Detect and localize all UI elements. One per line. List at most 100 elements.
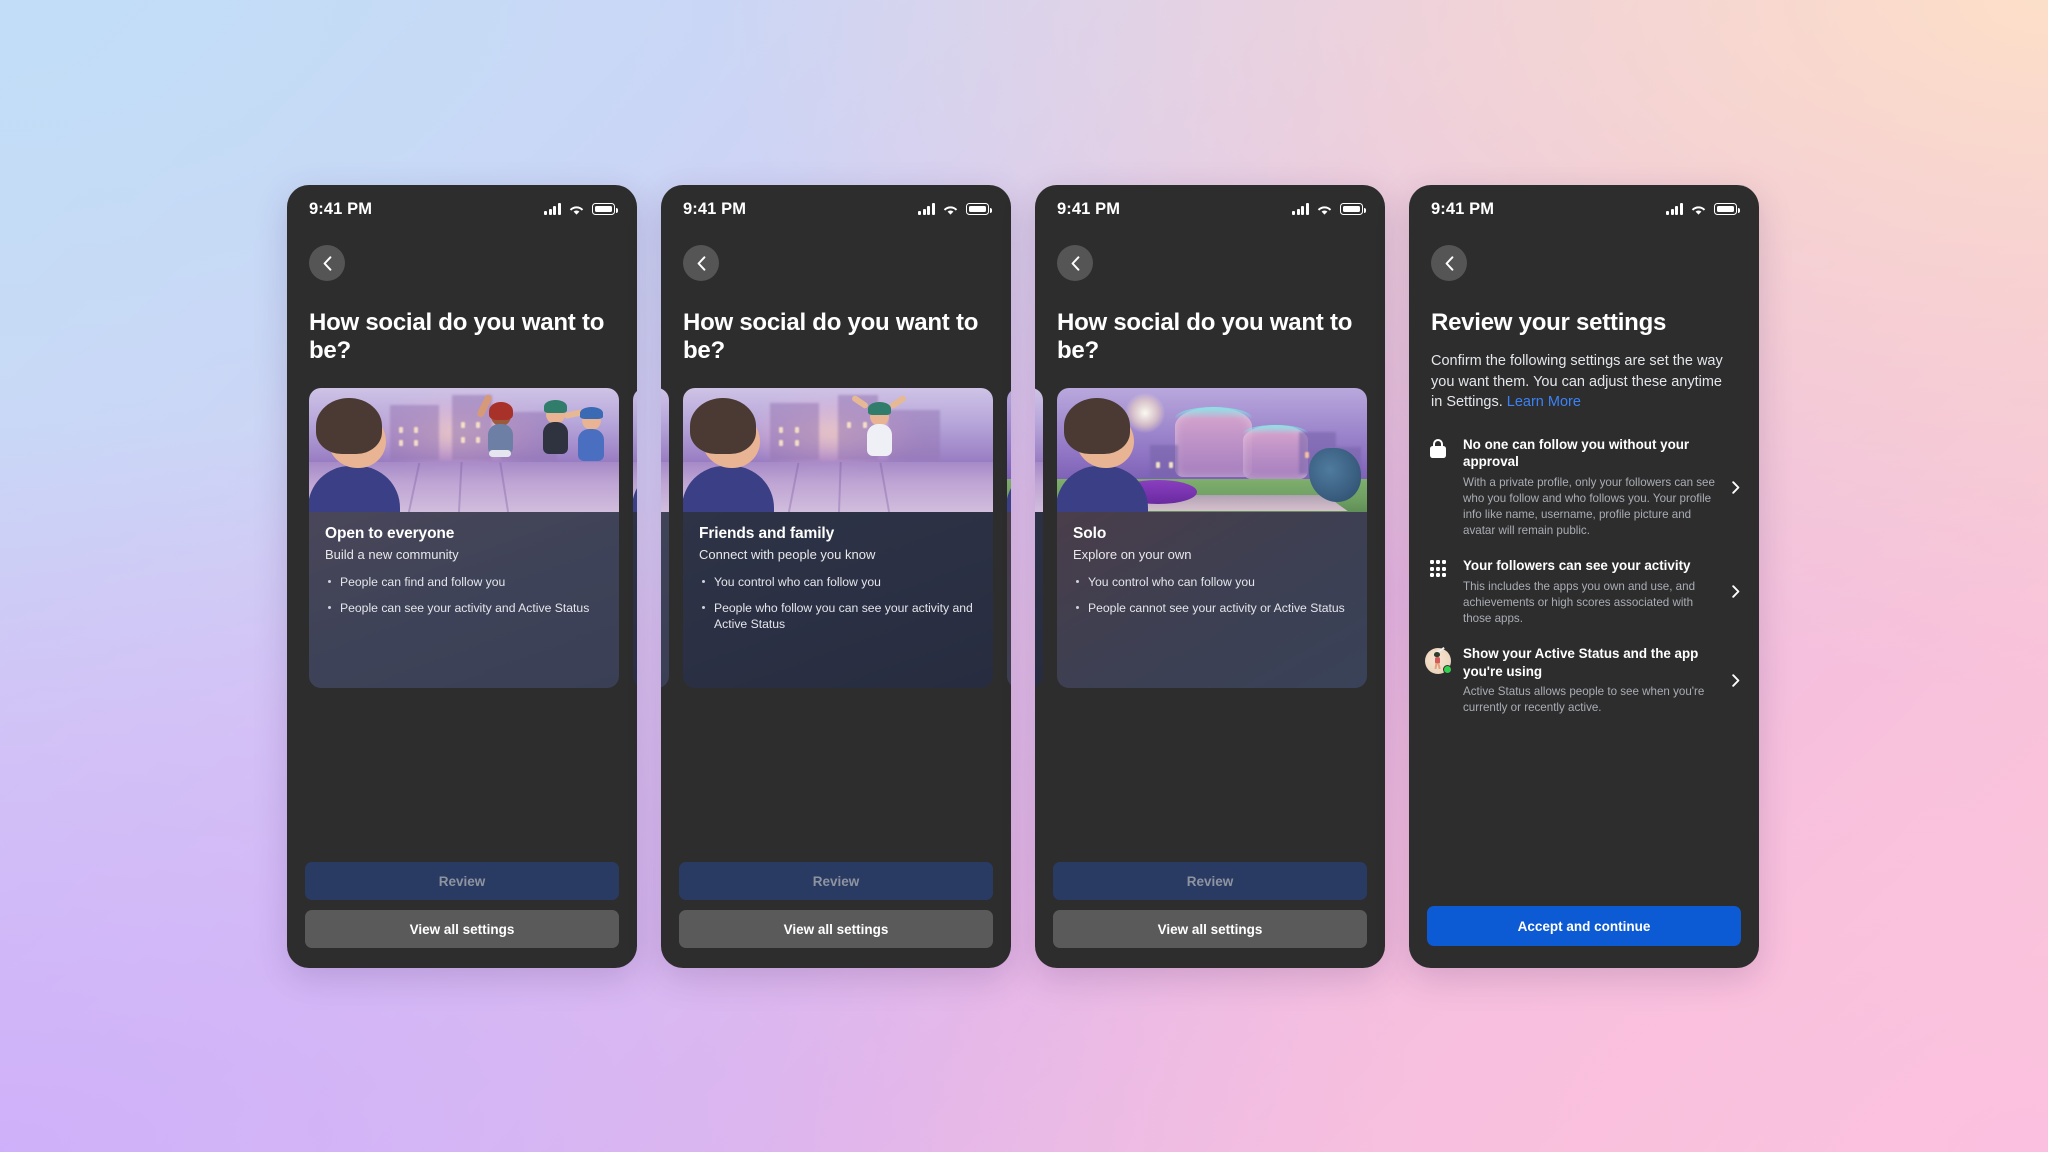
- card-body: Open to everyone Build a new community P…: [309, 511, 619, 688]
- status-bar-icons: [544, 203, 618, 216]
- settings-row-title: No one can follow you without your appro…: [1463, 437, 1690, 470]
- settings-row-text: No one can follow you without your appro…: [1463, 436, 1715, 538]
- card-bullet: You control who can follow you: [1073, 574, 1351, 590]
- signal-bars-icon: [1292, 203, 1309, 215]
- status-bar-icons: [1666, 203, 1740, 216]
- battery-icon: [1714, 203, 1740, 215]
- chevron-left-icon: [1445, 255, 1453, 271]
- back-button-row: [287, 233, 637, 281]
- review-button[interactable]: Review: [305, 862, 619, 900]
- chevron-right-icon[interactable]: [1727, 674, 1745, 687]
- card-body: Open to everyone Build a new community P…: [661, 511, 669, 688]
- card-bullet: People can see your activity and Active …: [325, 600, 603, 616]
- phone-screen: 9:41 PM How social do you want to be?: [661, 185, 1011, 968]
- avatar-third: [576, 407, 612, 471]
- card-illustration-friends-and-family: [633, 387, 637, 512]
- back-button[interactable]: [683, 245, 719, 281]
- avatar-foreground: [1057, 397, 1148, 512]
- avatar-foreground: [683, 397, 774, 512]
- avatar-foreground: [309, 397, 400, 512]
- screenshot-stage: 9:41 PM How social do you want to be? Op…: [0, 0, 2048, 1152]
- settings-row-activity-visibility[interactable]: Your followers can see your activity Thi…: [1425, 552, 1745, 640]
- card-title: Open to everyone: [325, 524, 455, 542]
- settings-review-list: No one can follow you without your appro…: [1409, 413, 1759, 730]
- status-bar-icons: [1292, 203, 1366, 216]
- back-button[interactable]: [1431, 245, 1467, 281]
- wifi-icon: [1691, 205, 1706, 215]
- back-button[interactable]: [309, 245, 345, 281]
- scene-city-group: [309, 387, 619, 512]
- option-card-solo[interactable]: Solo Explore on your own You control who…: [1057, 387, 1367, 688]
- chevron-right-icon[interactable]: [1727, 480, 1745, 494]
- option-card-friends-and-family[interactable]: Friends and family Connect with people y…: [633, 387, 637, 688]
- app-grid-icon: [1425, 557, 1451, 578]
- status-bar-time: 9:41 PM: [1431, 199, 1495, 218]
- card-bullets: You control who can follow you People ca…: [1073, 574, 1351, 616]
- phone-screen: 9:41 PM Review your settings Confirm the…: [1409, 185, 1759, 968]
- page-title: How social do you want to be?: [309, 309, 605, 365]
- phone-mockup-review-settings: 9:41 PM Review your settings Confirm the…: [1409, 185, 1759, 968]
- card-illustration-open-to-everyone: [309, 387, 619, 512]
- settings-row-description: Active Status allows people to see when …: [1463, 685, 1705, 715]
- view-all-settings-button[interactable]: View all settings: [679, 910, 993, 948]
- option-card-solo[interactable]: Solo Explore on your own You control who…: [1007, 387, 1011, 688]
- privacy-options-carousel[interactable]: Open to everyone Build a new community P…: [661, 387, 1011, 688]
- chevron-right-icon[interactable]: [1727, 585, 1745, 599]
- card-illustration-solo: [1007, 387, 1011, 512]
- chevron-left-icon: [323, 255, 331, 271]
- learn-more-link[interactable]: Learn More: [1507, 394, 1581, 410]
- settings-row-title: Your followers can see your activity: [1463, 558, 1691, 574]
- card-subtitle: Explore on your own: [1073, 546, 1192, 562]
- battery-icon: [966, 203, 992, 215]
- card-body: Solo Explore on your own You control who…: [1007, 511, 1011, 688]
- option-card-friends-and-family[interactable]: Friends and family Connect with people y…: [1035, 387, 1043, 688]
- view-all-settings-button[interactable]: View all settings: [1053, 910, 1367, 948]
- privacy-options-carousel[interactable]: Open to everyone Build a new community P…: [1035, 387, 1385, 688]
- review-button[interactable]: Review: [1053, 862, 1367, 900]
- status-bar-icons: [918, 203, 992, 216]
- view-all-settings-button[interactable]: View all settings: [305, 910, 619, 948]
- card-bullet: People who follow you can see your activ…: [699, 600, 977, 632]
- card-body: Solo Explore on your own You control who…: [1057, 511, 1367, 688]
- option-card-open-to-everyone[interactable]: Open to everyone Build a new community P…: [309, 387, 619, 688]
- page-title: How social do you want to be?: [683, 309, 979, 365]
- page-description: Confirm the following settings are set t…: [1409, 337, 1759, 413]
- back-button-row: [1035, 233, 1385, 281]
- card-subtitle: Build a new community: [325, 546, 459, 562]
- accept-and-continue-button[interactable]: Accept and continue: [1427, 906, 1741, 946]
- battery-icon: [1340, 203, 1366, 215]
- card-illustration-friends-and-family: [1035, 387, 1043, 512]
- battery-icon: [592, 203, 618, 215]
- card-illustration-open-to-everyone: [661, 387, 669, 512]
- settings-row-description: This includes the apps you own and use, …: [1463, 579, 1696, 625]
- status-bar: 9:41 PM: [661, 185, 1011, 233]
- settings-row-description: With a private profile, only your follow…: [1463, 475, 1715, 537]
- card-bullets: People can find and follow you People ca…: [325, 574, 603, 616]
- online-status-dot: [1443, 665, 1452, 675]
- option-card-friends-and-family[interactable]: Friends and family Connect with people y…: [683, 387, 993, 688]
- status-bar-time: 9:41 PM: [683, 199, 747, 218]
- phone-mockup-solo: 9:41 PM How social do you want to be? So…: [1035, 185, 1385, 968]
- scene-vr-city: [1057, 387, 1367, 512]
- signal-bars-icon: [1666, 203, 1683, 215]
- card-bullet: People can find and follow you: [325, 574, 603, 590]
- card-body: Friends and family Connect with people y…: [1035, 511, 1043, 688]
- settings-row-follow-approval[interactable]: No one can follow you without your appro…: [1425, 431, 1745, 552]
- carousel-track: Open to everyone Build a new community P…: [661, 387, 1011, 688]
- settings-row-active-status[interactable]: Show your Active Status and the app you'…: [1425, 640, 1745, 730]
- avatar: [1425, 647, 1452, 675]
- page-title: Review your settings: [1431, 309, 1667, 336]
- option-card-open-to-everyone[interactable]: Open to everyone Build a new community P…: [661, 387, 669, 688]
- footer-actions: Review View all settings: [661, 862, 1011, 968]
- phone-screen: 9:41 PM How social do you want to be?: [1035, 185, 1385, 968]
- back-button[interactable]: [1057, 245, 1093, 281]
- card-illustration-friends-and-family: [683, 387, 993, 512]
- signal-bars-icon: [918, 203, 935, 215]
- review-button[interactable]: Review: [679, 862, 993, 900]
- back-button-row: [661, 233, 1011, 281]
- wifi-icon: [569, 205, 584, 215]
- privacy-options-carousel[interactable]: Open to everyone Build a new community P…: [287, 387, 637, 688]
- card-illustration-solo: [1057, 387, 1367, 512]
